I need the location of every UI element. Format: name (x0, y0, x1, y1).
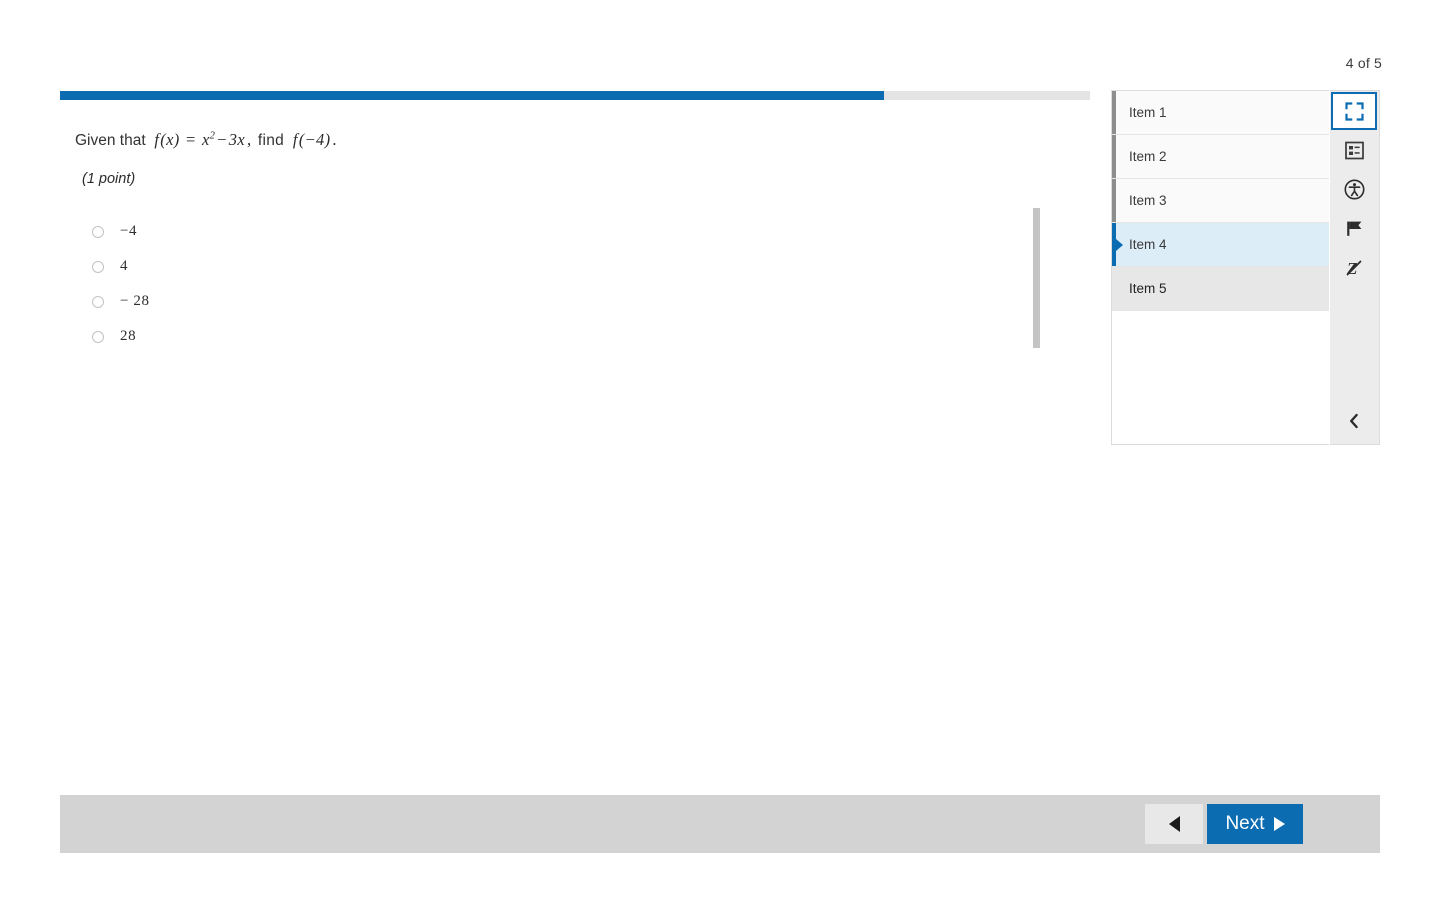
triangle-left-icon (1168, 816, 1180, 832)
math-find-word: find (257, 132, 285, 149)
answer-option[interactable]: −4 (92, 214, 150, 249)
math-equals: = (185, 130, 196, 149)
assessment-page: 4 of 5 Given that f(x) = x2−3x, find f(−… (0, 0, 1440, 900)
item-status-bar (1112, 267, 1116, 310)
triangle-right-icon (1273, 817, 1285, 831)
item-list-label: Item 1 (1129, 105, 1167, 120)
math-three-x: 3x (228, 130, 245, 149)
footer-navigation: Next (60, 795, 1380, 853)
item-status-bar (1112, 135, 1116, 178)
math-arg: (−4) (298, 130, 331, 149)
progress-bar-fill (60, 91, 884, 100)
radio-button[interactable] (92, 260, 104, 273)
answer-option-label: − 28 (120, 293, 150, 309)
fullscreen-button[interactable] (1331, 92, 1377, 130)
item-status-bar (1112, 91, 1116, 134)
math-comma: , (246, 130, 252, 149)
answer-option[interactable]: 28 (92, 319, 150, 354)
item-list-row[interactable]: Item 5 (1112, 267, 1329, 311)
math-expression: f(x) = x2−3x, find f(−4). (150, 130, 339, 149)
question-stem-prefix: Given that (75, 132, 146, 149)
answer-option-label: 4 (120, 258, 129, 274)
tool-rail: Z (1330, 90, 1380, 445)
answer-eliminator-button[interactable]: Z (1330, 248, 1378, 287)
fullscreen-icon (1344, 101, 1364, 121)
item-list-button[interactable] (1330, 131, 1378, 170)
previous-button[interactable] (1145, 804, 1203, 844)
answer-options: −4 4 − 28 28 (92, 214, 150, 354)
question-content: Given that f(x) = x2−3x, find f(−4). (1 … (60, 110, 1090, 790)
math-minus: − (217, 130, 227, 149)
radio-button[interactable] (92, 330, 104, 343)
item-list-row[interactable]: Item 1 (1112, 91, 1329, 135)
chevron-left-icon (1347, 413, 1361, 434)
radio-button[interactable] (92, 295, 104, 308)
math-x: x (202, 130, 210, 149)
item-list-icon (1344, 141, 1364, 160)
accessibility-button[interactable] (1330, 170, 1378, 209)
item-list-row[interactable]: Item 2 (1112, 135, 1329, 179)
math-of-x: (x) (160, 130, 180, 149)
item-list-label: Item 4 (1129, 237, 1167, 252)
accessibility-icon (1344, 179, 1365, 200)
progress-bar (60, 91, 1090, 100)
item-list-label: Item 2 (1129, 149, 1167, 164)
radio-button[interactable] (92, 225, 104, 238)
answer-option-label: 28 (120, 328, 137, 344)
item-list-label: Item 5 (1129, 281, 1167, 296)
content-scrollbar[interactable] (1033, 208, 1040, 348)
collapse-panel-button[interactable] (1330, 405, 1378, 441)
answer-option[interactable]: − 28 (92, 284, 150, 319)
answer-eliminator-icon: Z (1344, 258, 1364, 278)
flag-icon (1345, 219, 1364, 238)
item-status-bar (1112, 179, 1116, 222)
next-button-label: Next (1225, 813, 1265, 834)
next-button[interactable]: Next (1207, 804, 1303, 844)
flag-button[interactable] (1330, 209, 1378, 248)
points-label: (1 point) (82, 171, 136, 187)
question-stem: Given that f(x) = x2−3x, find f(−4). (75, 130, 339, 150)
answer-option-label: −4 (120, 223, 138, 239)
math-period: . (332, 130, 337, 149)
item-list-row[interactable]: Item 4 (1112, 223, 1329, 267)
item-list-panel: Item 1 Item 2 Item 3 Item 4 Item 5 (1111, 90, 1329, 445)
item-status-bar (1112, 223, 1116, 266)
item-list-row[interactable]: Item 3 (1112, 179, 1329, 223)
item-list-label: Item 3 (1129, 193, 1167, 208)
answer-option[interactable]: 4 (92, 249, 150, 284)
page-counter: 4 of 5 (1345, 55, 1382, 71)
